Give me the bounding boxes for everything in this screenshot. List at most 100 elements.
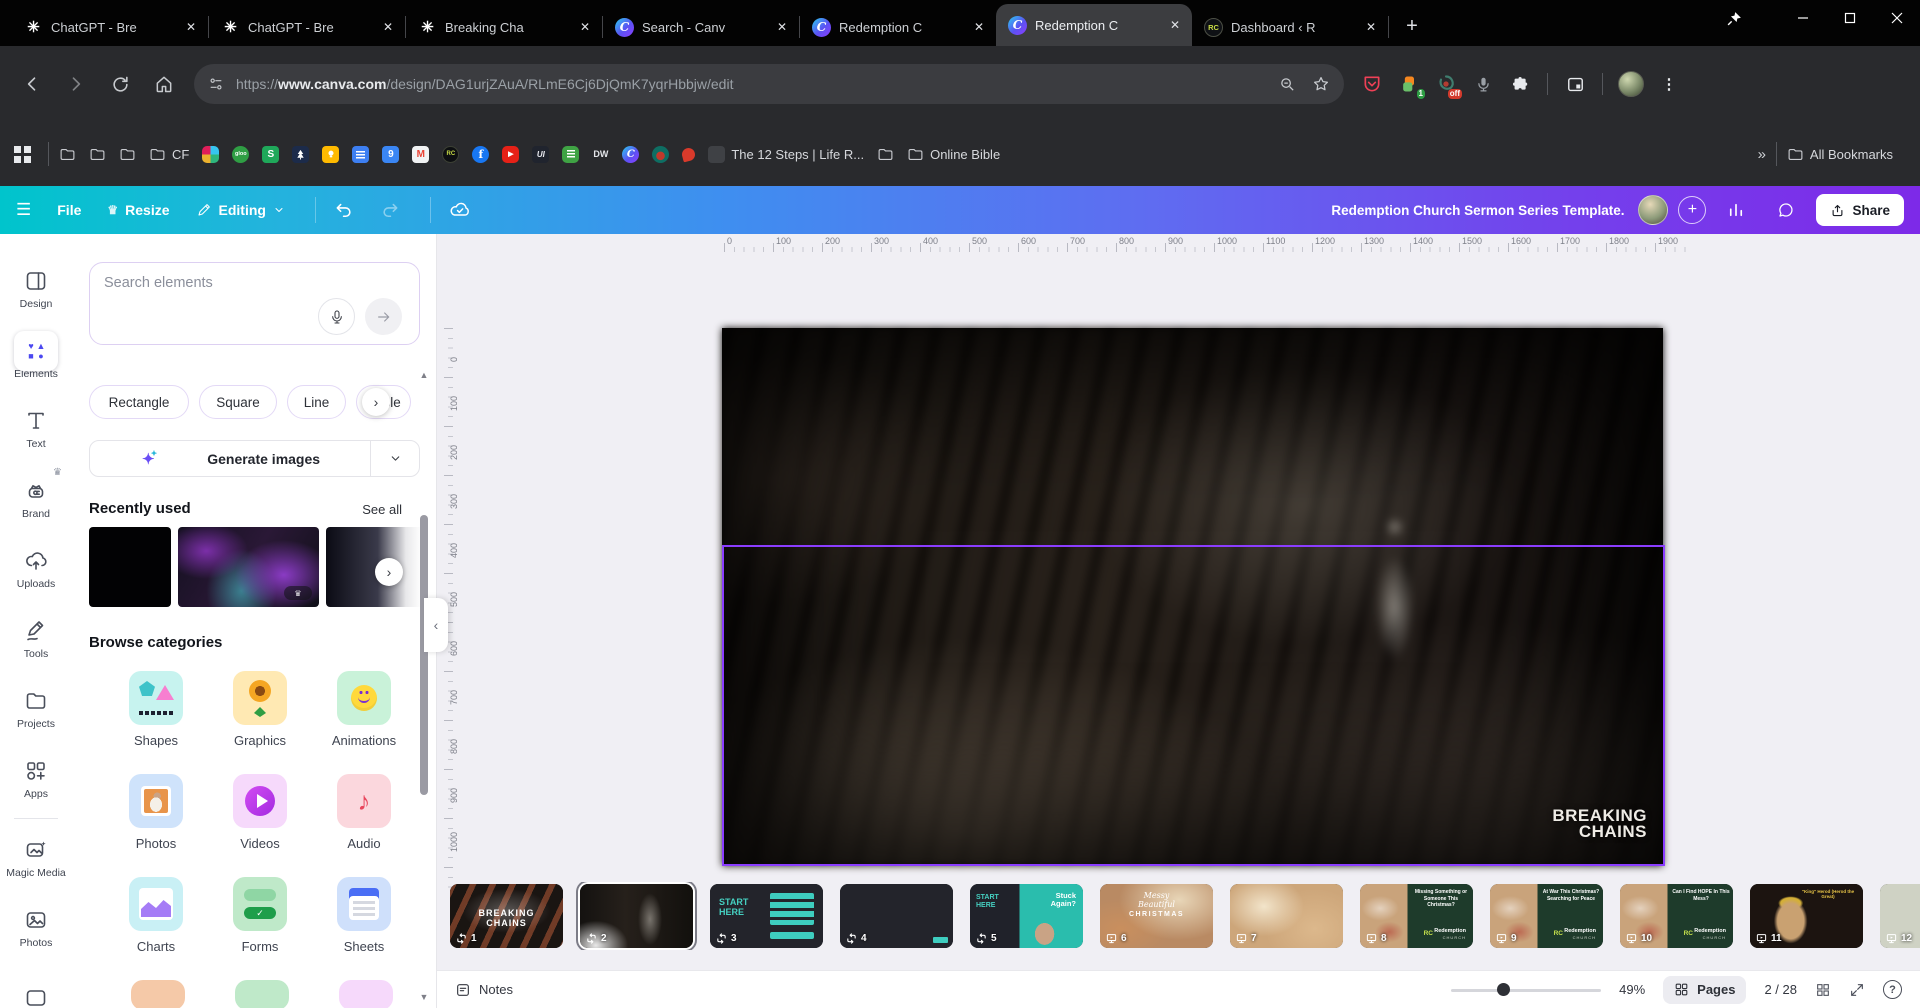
tab-chatgpt-2[interactable]: ✳ ChatGPT - Bre ✕ [209, 8, 405, 46]
tab-close-icon[interactable]: ✕ [1166, 16, 1184, 34]
bookmark-item[interactable]: CF [149, 146, 189, 163]
bookmark-item[interactable]: 9 [382, 146, 399, 163]
chip-rectangle[interactable]: Rectangle [89, 385, 189, 419]
page-thumbnail-2[interactable]: 2 [580, 884, 693, 948]
zoom-percent[interactable]: 49% [1619, 982, 1645, 997]
zoom-page-icon[interactable] [1279, 76, 1296, 93]
bookmark-item[interactable] [652, 146, 669, 163]
sidebar-item-brand[interactable]: ♛Brand [0, 464, 72, 534]
bookmark-item[interactable]: ▶ [502, 146, 519, 163]
tab-redemption-active[interactable]: C Redemption C ✕ [996, 4, 1192, 46]
sidebar-item-uploads[interactable]: Uploads [0, 534, 72, 604]
pages-button[interactable]: Pages [1663, 976, 1746, 1004]
tab-counter-extension-icon[interactable]: 1 [1397, 72, 1421, 96]
bookmark-item[interactable]: Online Bible [907, 146, 1000, 163]
side-panel-icon[interactable] [1563, 72, 1587, 96]
undo-button[interactable] [334, 200, 354, 220]
tab-close-icon[interactable]: ✕ [1362, 18, 1380, 36]
bookmark-item[interactable]: UI [532, 146, 549, 163]
forward-button[interactable] [58, 66, 94, 102]
sidebar-item-elements[interactable]: ♥▲■●Elements [0, 324, 72, 394]
sidebar-item-apps[interactable]: Apps [0, 744, 72, 814]
reload-button[interactable] [102, 66, 138, 102]
page-thumbnail-4[interactable]: 4 [840, 884, 953, 948]
category-photos[interactable]: Photos [104, 774, 208, 851]
bookmark-item[interactable] [59, 146, 76, 163]
recent-element-starfield[interactable] [326, 527, 420, 607]
site-info-icon[interactable] [208, 76, 224, 92]
editing-mode-dropdown[interactable]: Editing [196, 202, 285, 218]
category-sheets[interactable]: Sheets [312, 877, 416, 954]
generate-dropdown-chevron-icon[interactable] [371, 452, 419, 465]
extensions-puzzle-icon[interactable] [1508, 72, 1532, 96]
category-charts[interactable]: Charts [104, 877, 208, 954]
bookmark-item[interactable] [292, 146, 309, 163]
back-button[interactable] [14, 66, 50, 102]
recent-element-black[interactable] [89, 527, 171, 607]
microphone-icon[interactable] [1471, 72, 1495, 96]
bookmark-item[interactable] [562, 146, 579, 163]
sidebar-item-projects[interactable]: Projects [0, 674, 72, 744]
sidebar-item-partial[interactable] [0, 963, 72, 1008]
recent-next-button[interactable]: › [375, 558, 403, 586]
page-thumbnail-6[interactable]: MessyBeautifulCHRISTMAS6 [1100, 884, 1213, 948]
tab-redemption-1[interactable]: C Redemption C ✕ [800, 8, 996, 46]
profile-avatar[interactable] [1618, 71, 1644, 97]
page-thumbnail-10[interactable]: Can I Find HOPE In This Mess?RCRedemptio… [1620, 884, 1733, 948]
bookmark-item[interactable]: RC [442, 146, 459, 163]
page-thumbnail-1[interactable]: BREAKINGCHAINS1 [450, 884, 563, 948]
scroll-up-icon[interactable]: ▲ [418, 370, 430, 380]
chip-square[interactable]: Square [199, 385, 277, 419]
grid-view-icon[interactable] [1815, 982, 1831, 998]
help-button[interactable]: ? [1883, 980, 1902, 999]
bookmark-star-icon[interactable] [1312, 75, 1330, 93]
page-thumbnail-8[interactable]: Missing Something or Someone This Christ… [1360, 884, 1473, 948]
notes-button[interactable]: Notes [455, 982, 513, 998]
maximize-button[interactable] [1826, 0, 1873, 36]
bookmark-item[interactable]: f [472, 146, 489, 163]
design-title[interactable]: Redemption Church Sermon Series Template… [1331, 203, 1624, 218]
file-menu[interactable]: File [57, 202, 81, 218]
pocket-extension-icon[interactable] [1360, 72, 1384, 96]
page-thumbnail-5[interactable]: STARTHEREStuckAgain?5 [970, 884, 1083, 948]
panel-scrollbar[interactable]: ▲ ▼ [418, 370, 430, 1002]
pinned-extension-icon[interactable] [1713, 0, 1755, 36]
tab-close-icon[interactable]: ✕ [576, 18, 594, 36]
add-collaborator-button[interactable]: + [1678, 196, 1706, 224]
bookmark-item[interactable]: All Bookmarks [1787, 146, 1893, 163]
bookmark-item[interactable]: gloo [232, 146, 249, 163]
page-thumbnail-12[interactable]: 12 [1880, 884, 1920, 948]
bookmark-item[interactable] [322, 146, 339, 163]
tab-close-icon[interactable]: ✕ [773, 18, 791, 36]
tab-chatgpt-1[interactable]: ✳ ChatGPT - Bre ✕ [12, 8, 208, 46]
page-thumbnail-7[interactable]: 7 [1230, 884, 1343, 948]
design-page[interactable]: BREAKING CHAINS [722, 328, 1663, 866]
page-thumbnail-9[interactable]: At War This Christmas? Searching for Pea… [1490, 884, 1603, 948]
collapse-panel-button[interactable]: ‹ [424, 598, 448, 652]
search-submit-button[interactable] [365, 298, 402, 335]
tab-close-icon[interactable]: ✕ [182, 18, 200, 36]
selection-outline[interactable] [722, 545, 1665, 866]
see-all-link[interactable]: See all [362, 502, 402, 517]
user-avatar[interactable] [1638, 195, 1668, 225]
sidebar-item-magic-media[interactable]: Magic Media [0, 823, 72, 893]
zoom-slider[interactable] [1451, 983, 1601, 997]
redo-button[interactable] [380, 200, 400, 220]
tab-breaking-chains[interactable]: ✳ Breaking Cha ✕ [406, 8, 602, 46]
bookmark-item[interactable] [89, 146, 106, 163]
fullscreen-icon[interactable] [1849, 982, 1865, 998]
minimize-button[interactable] [1779, 0, 1826, 36]
main-menu-button[interactable]: ☰ [16, 200, 31, 220]
home-button[interactable] [146, 66, 182, 102]
sidebar-item-text[interactable]: Text [0, 394, 72, 464]
bookmarks-overflow-icon[interactable]: » [1758, 146, 1766, 163]
scrollbar-thumb[interactable] [420, 515, 428, 795]
category-graphics[interactable]: Graphics [208, 671, 312, 748]
toggle-extension-icon[interactable]: off [1434, 72, 1458, 96]
category-videos[interactable]: Videos [208, 774, 312, 851]
tab-dashboard[interactable]: RC Dashboard ‹ R ✕ [1192, 8, 1388, 46]
bookmark-item[interactable]: S [262, 146, 279, 163]
tab-search-canva[interactable]: C Search - Canv ✕ [603, 8, 799, 46]
category-anim[interactable]: Animations [312, 671, 416, 748]
bookmark-item[interactable]: DW [592, 146, 609, 163]
